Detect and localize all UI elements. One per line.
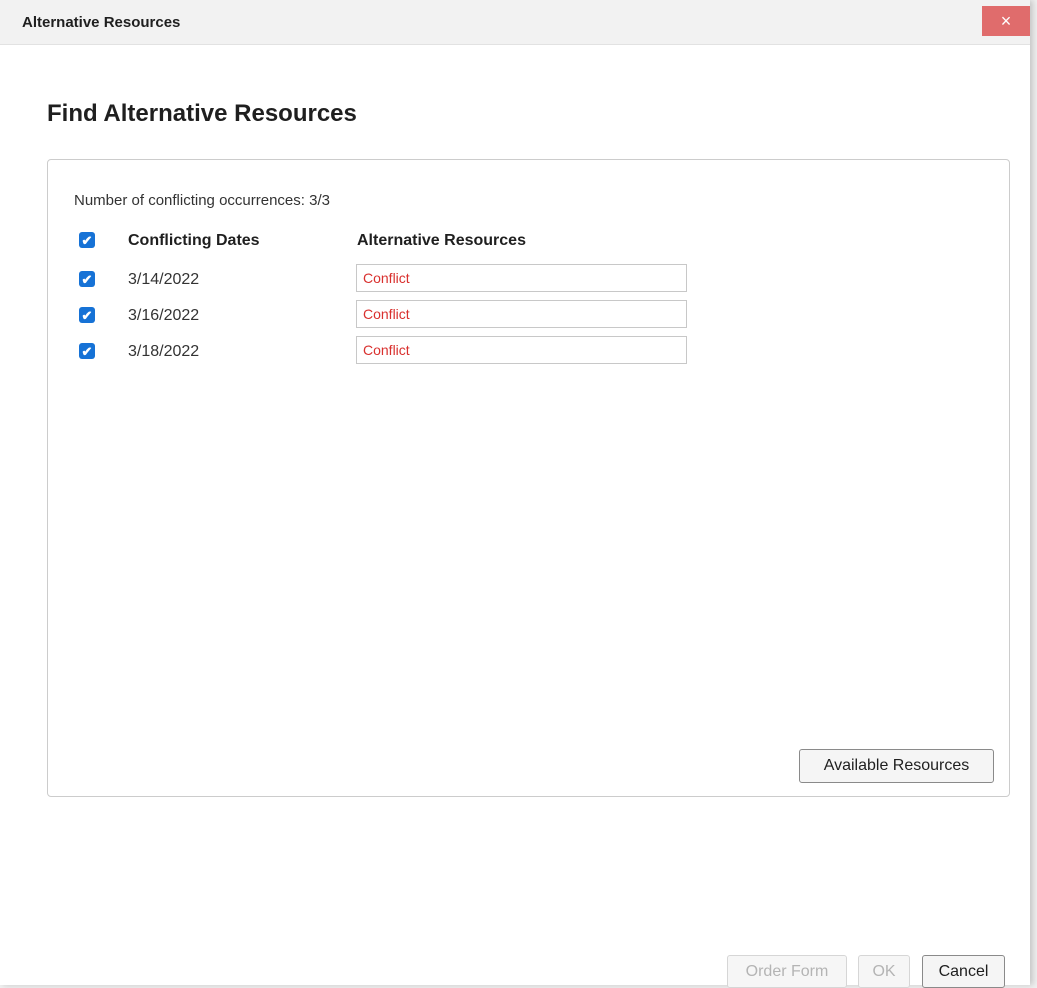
title-bar: Alternative Resources × <box>0 0 1030 45</box>
column-header-alternative-resources: Alternative Resources <box>357 232 526 249</box>
close-icon: × <box>1000 10 1012 31</box>
ok-button[interactable]: OK <box>858 955 910 988</box>
available-resources-button[interactable]: Available Resources <box>799 749 994 783</box>
checkmark-icon: ✔ <box>81 232 93 248</box>
conflict-date-1: 3/14/2022 <box>128 271 200 288</box>
column-header-conflicting-dates: Conflicting Dates <box>128 232 260 249</box>
conflict-count-text: Number of conflicting occurrences: 3/3 <box>74 192 330 209</box>
row-checkbox-1[interactable]: ✔ <box>79 271 95 287</box>
close-button[interactable]: × <box>982 6 1030 36</box>
order-form-button[interactable]: Order Form <box>727 955 847 988</box>
conflicts-panel: Number of conflicting occurrences: 3/3 ✔… <box>47 159 1010 797</box>
window-title: Alternative Resources <box>22 14 181 31</box>
alternative-resource-input-3[interactable] <box>356 336 687 364</box>
row-checkbox-2[interactable]: ✔ <box>79 307 95 323</box>
conflict-date-3: 3/18/2022 <box>128 343 200 360</box>
checkmark-icon: ✔ <box>81 343 93 359</box>
conflict-date-2: 3/16/2022 <box>128 307 200 324</box>
select-all-checkbox[interactable]: ✔ <box>79 232 95 248</box>
alternative-resource-input-2[interactable] <box>356 300 687 328</box>
cancel-button[interactable]: Cancel <box>922 955 1005 988</box>
row-checkbox-3[interactable]: ✔ <box>79 343 95 359</box>
page-title: Find Alternative Resources <box>47 100 357 127</box>
checkmark-icon: ✔ <box>81 307 93 323</box>
alternative-resource-input-1[interactable] <box>356 264 687 292</box>
alternative-resources-dialog: Alternative Resources × Find Alternative… <box>0 0 1030 988</box>
checkmark-icon: ✔ <box>81 271 93 287</box>
